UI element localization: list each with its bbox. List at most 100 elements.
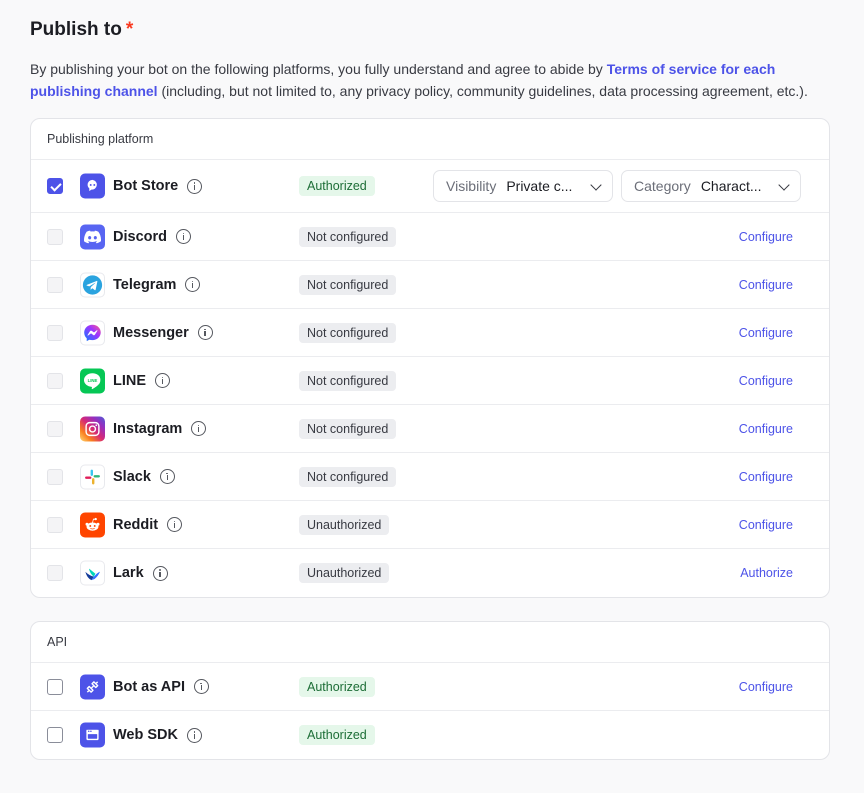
platform-row-reddit: Reddit Unauthorized Configure <box>31 501 829 549</box>
platform-name-slack: Slack <box>113 469 175 485</box>
bot-as-api-icon <box>80 674 105 699</box>
api-row-web-sdk: Web SDK Authorized <box>31 711 829 759</box>
status-badge: Unauthorized <box>299 563 390 583</box>
section-title-text: Publish to <box>30 19 122 40</box>
discord-icon <box>80 224 105 249</box>
platform-name-reddit: Reddit <box>113 516 183 533</box>
api-row-bot-as-api: Bot as API Authorized Configure <box>31 663 829 711</box>
line-icon: LINE <box>80 368 105 393</box>
bot-as-api-checkbox[interactable] <box>47 678 63 695</box>
info-icon[interactable] <box>185 277 201 292</box>
desc-text-after: (including, but not limited to, any priv… <box>157 83 808 99</box>
reddit-checkbox[interactable] <box>47 516 63 533</box>
visibility-select[interactable]: Visibility Private c... <box>433 170 613 202</box>
api-label: Bot as API <box>113 678 185 695</box>
info-icon[interactable] <box>197 325 213 340</box>
telegram-checkbox[interactable] <box>47 276 63 293</box>
info-icon[interactable] <box>155 373 171 388</box>
platform-label: Telegram <box>113 276 177 293</box>
bot-store-icon <box>80 173 105 199</box>
bot-store-checkbox[interactable] <box>47 178 63 194</box>
info-icon[interactable] <box>191 421 207 436</box>
platform-label: LINE <box>113 372 147 389</box>
status-badge: Unauthorized <box>299 514 390 535</box>
platform-name-messenger: Messenger <box>113 325 213 341</box>
status-badge: Not configured <box>299 322 397 343</box>
authorize-link[interactable]: Authorize <box>740 566 793 580</box>
api-name-bot-as-api: Bot as API <box>113 679 209 695</box>
info-icon[interactable] <box>152 565 168 581</box>
platform-label: Reddit <box>113 516 159 533</box>
visibility-value: Private c... <box>506 178 573 194</box>
info-icon[interactable] <box>176 229 191 244</box>
status-badge: Not configured <box>299 466 397 487</box>
status-badge: Not configured <box>299 418 397 439</box>
chevron-down-icon <box>590 179 602 191</box>
visibility-label: Visibility <box>446 178 497 194</box>
api-header: API <box>31 622 829 663</box>
info-icon[interactable] <box>167 517 183 532</box>
platform-label: Instagram <box>113 420 183 437</box>
platform-row-instagram: Instagram Not configured Configure <box>31 405 829 453</box>
lark-icon <box>80 560 105 586</box>
platform-row-telegram: Telegram Not configured Configure <box>31 261 829 309</box>
telegram-icon <box>80 272 105 297</box>
discord-checkbox[interactable] <box>47 228 63 245</box>
platform-label: Messenger <box>113 324 189 341</box>
instagram-checkbox[interactable] <box>47 420 63 437</box>
messenger-icon <box>80 320 105 345</box>
platform-label: Lark <box>113 565 144 581</box>
status-badge: Authorized <box>299 676 375 697</box>
platform-row-discord: Discord Not configured Configure <box>31 213 829 261</box>
platform-name-bot-store: Bot Store <box>113 178 203 194</box>
slack-icon <box>80 464 105 489</box>
platform-row-line: LINE LINE Not configured Configure <box>31 357 829 405</box>
publishing-platform-card: Publishing platform Bot Store Authorized… <box>30 118 830 598</box>
category-select[interactable]: Category Charact... <box>621 170 801 202</box>
desc-text-before: By publishing your bot on the following … <box>30 61 607 77</box>
info-icon[interactable] <box>159 469 175 484</box>
configure-link[interactable]: Configure <box>739 518 793 532</box>
platform-label: Bot Store <box>113 178 179 194</box>
line-checkbox[interactable] <box>47 372 63 389</box>
configure-link[interactable]: Configure <box>739 326 793 340</box>
platform-name-discord: Discord <box>113 229 191 245</box>
web-sdk-checkbox[interactable] <box>47 727 63 743</box>
status-badge: Authorized <box>299 725 375 745</box>
platform-name-instagram: Instagram <box>113 420 207 437</box>
configure-link[interactable]: Configure <box>739 470 793 484</box>
terms-description: By publishing your bot on the following … <box>30 58 820 102</box>
status-badge: Not configured <box>299 370 397 391</box>
configure-link[interactable]: Configure <box>739 278 793 292</box>
slack-checkbox[interactable] <box>47 468 63 485</box>
configure-link[interactable]: Configure <box>739 374 793 388</box>
configure-link[interactable]: Configure <box>739 422 793 436</box>
reddit-icon <box>80 512 105 537</box>
platform-name-lark: Lark <box>113 565 168 581</box>
info-icon[interactable] <box>187 178 203 194</box>
info-icon[interactable] <box>187 727 202 743</box>
platform-row-messenger: Messenger Not configured Configure <box>31 309 829 357</box>
messenger-checkbox[interactable] <box>47 324 63 341</box>
status-badge: Authorized <box>299 176 375 196</box>
platform-row-bot-store: Bot Store Authorized Visibility Private … <box>31 160 829 213</box>
status-badge: Not configured <box>299 274 397 295</box>
configure-link[interactable]: Configure <box>739 230 793 244</box>
category-label: Category <box>634 178 691 194</box>
chevron-down-icon <box>778 179 790 191</box>
configure-link[interactable]: Configure <box>739 680 793 694</box>
platform-row-slack: Slack Not configured Configure <box>31 453 829 501</box>
platform-name-telegram: Telegram <box>113 276 201 293</box>
instagram-icon <box>80 416 105 441</box>
api-label: Web SDK <box>113 727 178 743</box>
section-title: Publish to * <box>30 19 133 41</box>
web-sdk-icon <box>80 722 105 748</box>
api-card: API Bot as API Authorized Configure Web … <box>30 621 830 760</box>
lark-checkbox[interactable] <box>47 565 63 581</box>
platform-name-line: LINE <box>113 372 171 389</box>
required-mark: * <box>125 19 134 40</box>
api-name-web-sdk: Web SDK <box>113 727 202 743</box>
status-badge: Not configured <box>299 226 397 247</box>
info-icon[interactable] <box>193 679 209 694</box>
platform-row-lark: Lark Unauthorized Authorize <box>31 549 829 597</box>
